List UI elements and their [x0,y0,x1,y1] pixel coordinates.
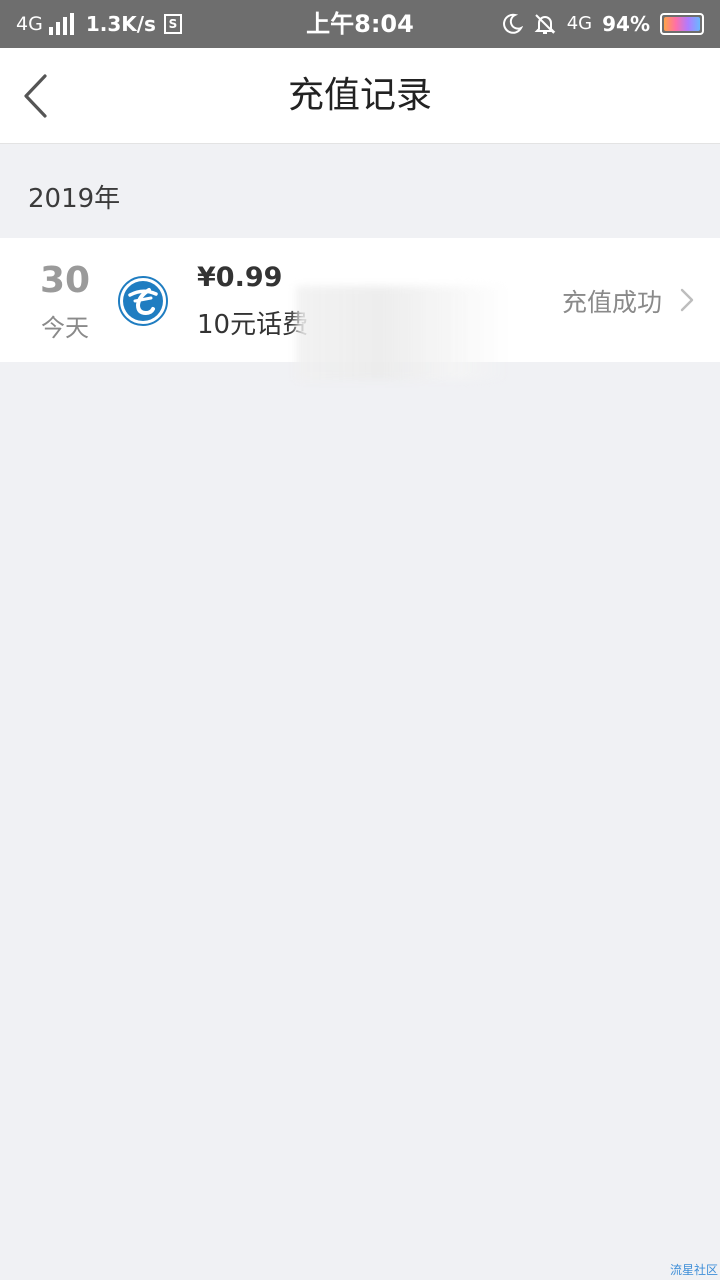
record-product: 10元话费 [197,310,309,340]
network-type-label: 4G [16,13,43,35]
chevron-left-icon [24,74,47,118]
china-telecom-logo-icon [118,276,168,326]
page-title: 充值记录 [287,75,432,116]
record-amount: ¥0.99 [197,262,283,293]
status-bar-right: 4G 94% [501,0,704,48]
network-type-right: 4G [566,13,593,34]
battery-percent: 94% [602,12,650,36]
network-speed: 1.3K/s [85,12,156,36]
status-bar-left: 4G 1.3K/s S [16,0,182,48]
record-day-label: 今天 [41,314,89,342]
record-day: 30 [40,260,91,301]
signal-icon [48,13,74,35]
watermark: 流星社区 [669,1263,718,1277]
redacted-blur [296,286,510,380]
year-section-header: 2019年 [28,184,121,214]
moon-icon [502,13,523,34]
bell-off-icon [534,14,556,34]
back-button[interactable] [18,70,68,122]
status-bar: 4G 1.3K/s S 上午8:04 4G 94% [0,0,720,48]
battery-icon [660,13,704,35]
record-status: 充值成功 [561,288,662,317]
chevron-right-icon [680,288,694,312]
s-box-icon: S [163,14,182,34]
app-header: 充值记录 [0,48,720,144]
recharge-record-row[interactable]: 30 今天 ¥0.99 10元话费 充值成功 [0,238,720,380]
